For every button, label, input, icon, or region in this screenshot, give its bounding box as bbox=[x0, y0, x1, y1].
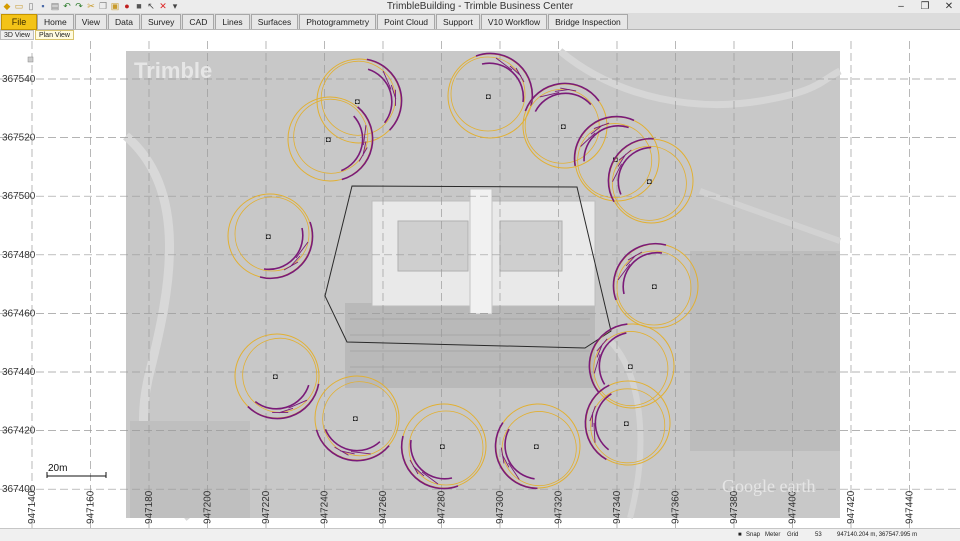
view-tabs: 3D View Plan View bbox=[0, 30, 75, 40]
window-controls: – ❐ ✕ bbox=[894, 0, 956, 13]
camera-icon[interactable]: ◘ bbox=[628, 362, 633, 371]
camera-icon[interactable]: ◘ bbox=[273, 372, 278, 381]
plan-view-canvas[interactable]: 367540 367520 367500 367480 367460 367440 3674… bbox=[0, 41, 960, 528]
scale-bar-label: 20m bbox=[48, 463, 67, 474]
trimble-watermark: Trimble bbox=[134, 58, 212, 83]
tab-plan-view[interactable]: Plan View bbox=[34, 30, 74, 40]
origin-marker bbox=[27, 56, 34, 63]
tab-view[interactable]: View bbox=[74, 14, 107, 29]
zoom-level: 53 bbox=[815, 532, 822, 538]
x-tick-label: 947160 bbox=[86, 490, 97, 524]
tab-bridge-inspection[interactable]: Bridge Inspection bbox=[548, 14, 628, 29]
tab-photogrammetry[interactable]: Photogrammetry bbox=[299, 14, 377, 29]
y-tick-label: 367460 bbox=[2, 308, 36, 319]
x-tick-label: 947320 bbox=[554, 490, 565, 524]
cursor-coordinates: 947140.204 m, 367547.995 m bbox=[837, 532, 918, 538]
grid-toggle[interactable]: Grid bbox=[787, 529, 798, 541]
x-tick-label: 947340 bbox=[612, 490, 623, 524]
ribbon: File Home View Data Survey CAD Lines Sur… bbox=[0, 13, 960, 30]
minimize-button[interactable]: – bbox=[894, 0, 908, 13]
close-button[interactable]: ✕ bbox=[942, 0, 956, 13]
x-tick-label: 947240 bbox=[320, 490, 331, 524]
x-tick-label: 947420 bbox=[846, 490, 857, 524]
x-tick-label: 947180 bbox=[144, 490, 155, 524]
snap-checkbox-icon[interactable]: ■ bbox=[738, 529, 742, 541]
restore-button[interactable]: ❐ bbox=[918, 0, 932, 13]
google-earth-watermark: Google earth bbox=[722, 476, 815, 496]
tab-surfaces[interactable]: Surfaces bbox=[250, 14, 299, 29]
tab-cad[interactable]: CAD bbox=[182, 14, 215, 29]
tab-v10-workflow[interactable]: V10 Workflow bbox=[480, 14, 548, 29]
building-courtyard bbox=[499, 220, 563, 272]
title-bar: ◆ ▭ ▯ ▪ ▤ ↶ ↷ ✂ ❐ ▣ ● ■ ↖ ✕ ▾ TrimbleBui… bbox=[0, 0, 960, 14]
tab-survey[interactable]: Survey bbox=[140, 14, 182, 29]
camera-icon[interactable]: ◘ bbox=[561, 122, 566, 131]
x-tick-label: 947440 bbox=[905, 490, 916, 524]
y-tick-label: 367420 bbox=[2, 426, 36, 437]
tab-data[interactable]: Data bbox=[107, 14, 140, 29]
camera-icon[interactable]: ◘ bbox=[647, 177, 652, 186]
x-tick-label: 947200 bbox=[203, 490, 214, 524]
snap-toggle[interactable]: Snap bbox=[746, 529, 760, 541]
building-courtyard bbox=[397, 220, 469, 272]
y-tick-label: 367540 bbox=[2, 74, 36, 85]
camera-icon[interactable]: ◘ bbox=[353, 414, 358, 423]
y-tick-label: 367520 bbox=[2, 133, 36, 144]
file-button[interactable]: File bbox=[1, 14, 37, 30]
camera-icon[interactable]: ◘ bbox=[534, 442, 539, 451]
status-bar: ■ Snap Meter Grid 53 947140.204 m, 36754… bbox=[0, 528, 960, 541]
camera-icon[interactable]: ◘ bbox=[326, 135, 331, 144]
plan-view-svg[interactable]: 367540 367520 367500 367480 367460 367440 3674… bbox=[0, 41, 960, 528]
y-tick-label: 367500 bbox=[2, 191, 36, 202]
tab-point-cloud[interactable]: Point Cloud bbox=[377, 14, 436, 29]
camera-icon[interactable]: ◘ bbox=[652, 282, 657, 291]
tab-home[interactable]: Home bbox=[37, 14, 74, 29]
camera-icon[interactable]: ◘ bbox=[266, 232, 271, 241]
camera-icon[interactable]: ◘ bbox=[355, 97, 360, 106]
x-tick-label: 947260 bbox=[378, 490, 389, 524]
camera-icon[interactable]: ◘ bbox=[440, 442, 445, 451]
camera-icon[interactable]: ◘ bbox=[624, 419, 629, 428]
building-wing bbox=[469, 188, 493, 315]
ribbon-tabs: Home View Data Survey CAD Lines Surfaces… bbox=[37, 14, 629, 29]
x-tick-label: 947300 bbox=[495, 490, 506, 524]
y-tick-label: 367440 bbox=[2, 367, 36, 378]
tab-lines[interactable]: Lines bbox=[215, 14, 250, 29]
x-tick-label: 947220 bbox=[261, 490, 272, 524]
x-tick-label: 947280 bbox=[437, 490, 448, 524]
window-title: TrimbleBuilding - Trimble Business Cente… bbox=[386, 1, 574, 12]
camera-icon[interactable]: ◘ bbox=[486, 92, 491, 101]
tab-3d-view[interactable]: 3D View bbox=[0, 30, 34, 40]
x-tick-label: 947360 bbox=[671, 490, 682, 524]
tab-support[interactable]: Support bbox=[436, 14, 480, 29]
units-label[interactable]: Meter bbox=[765, 529, 780, 541]
x-tick-label: 947140 bbox=[27, 490, 38, 524]
grass-field bbox=[690, 251, 840, 451]
y-tick-label: 367480 bbox=[2, 250, 36, 261]
